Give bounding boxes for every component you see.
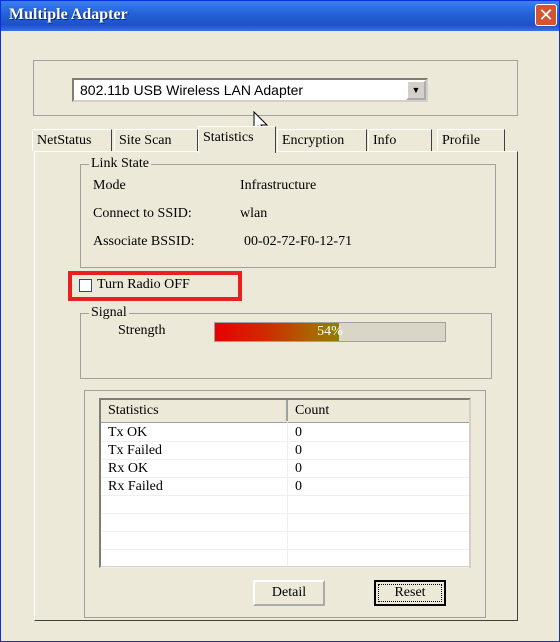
strength-label: Strength: [118, 323, 166, 338]
table-row[interactable]: [101, 550, 469, 568]
statistic-count: 0: [295, 443, 302, 458]
tab-info[interactable]: Info: [368, 129, 432, 151]
statistic-name: Rx Failed: [108, 479, 163, 494]
ssid-label: Connect to SSID:: [93, 206, 192, 221]
chevron-down-icon[interactable]: ▼: [406, 80, 426, 100]
turn-radio-off-label: Turn Radio OFF: [97, 277, 190, 292]
table-row[interactable]: Rx Failed 0: [101, 478, 469, 496]
bssid-label: Associate BSSID:: [93, 234, 195, 249]
list-header: Statistics Count: [101, 400, 469, 423]
table-row[interactable]: [101, 496, 469, 514]
table-row[interactable]: [101, 514, 469, 532]
statistic-count: 0: [295, 479, 302, 494]
statistic-name: Tx OK: [108, 425, 148, 440]
bssid-value: 00-02-72-F0-12-71: [244, 234, 353, 249]
statistic-count: 0: [295, 425, 302, 440]
mode-value: Infrastructure: [240, 178, 317, 193]
statistic-name: Rx OK: [108, 461, 149, 476]
ssid-value: wlan: [240, 206, 268, 221]
title-bar[interactable]: Multiple Adapter ✕: [1, 1, 559, 31]
table-row[interactable]: Rx OK 0: [101, 460, 469, 478]
tab-encryption[interactable]: Encryption: [277, 129, 367, 151]
column-header-statistics[interactable]: Statistics: [101, 400, 288, 421]
link-state-legend: Link State: [89, 155, 151, 173]
tab-statistics[interactable]: Statistics: [198, 126, 276, 153]
column-header-count[interactable]: Count: [288, 400, 469, 421]
signal-strength-text: 54%: [317, 324, 343, 339]
statistics-list[interactable]: Statistics Count Tx OK 0 Tx Failed 0 Rx OK 0 R…: [99, 398, 471, 568]
tab-profile[interactable]: Profile: [437, 129, 505, 151]
tab-strip: NetStatus Site Scan Statistics Encryptio…: [32, 126, 522, 153]
table-row[interactable]: Tx Failed 0: [101, 442, 469, 460]
statistic-count: 0: [295, 461, 302, 476]
reset-button[interactable]: Reset: [374, 580, 446, 606]
close-icon[interactable]: ✕: [535, 4, 557, 26]
detail-button[interactable]: Detail: [253, 580, 325, 606]
window-title: Multiple Adapter: [9, 6, 128, 23]
tab-site-scan[interactable]: Site Scan: [114, 129, 198, 151]
signal-legend: Signal: [89, 304, 129, 322]
table-row[interactable]: Tx OK 0: [101, 424, 469, 442]
mode-label: Mode: [93, 178, 126, 193]
adapter-select-value: 802.11b USB Wireless LAN Adapter: [80, 82, 304, 98]
tab-netstatus[interactable]: NetStatus: [32, 129, 112, 151]
signal-strength-bar: 54%: [214, 322, 446, 342]
statistic-name: Tx Failed: [108, 443, 163, 458]
turn-radio-off-checkbox[interactable]: [79, 279, 92, 292]
adapter-select[interactable]: 802.11b USB Wireless LAN Adapter ▼: [72, 78, 428, 102]
table-row[interactable]: [101, 532, 469, 550]
